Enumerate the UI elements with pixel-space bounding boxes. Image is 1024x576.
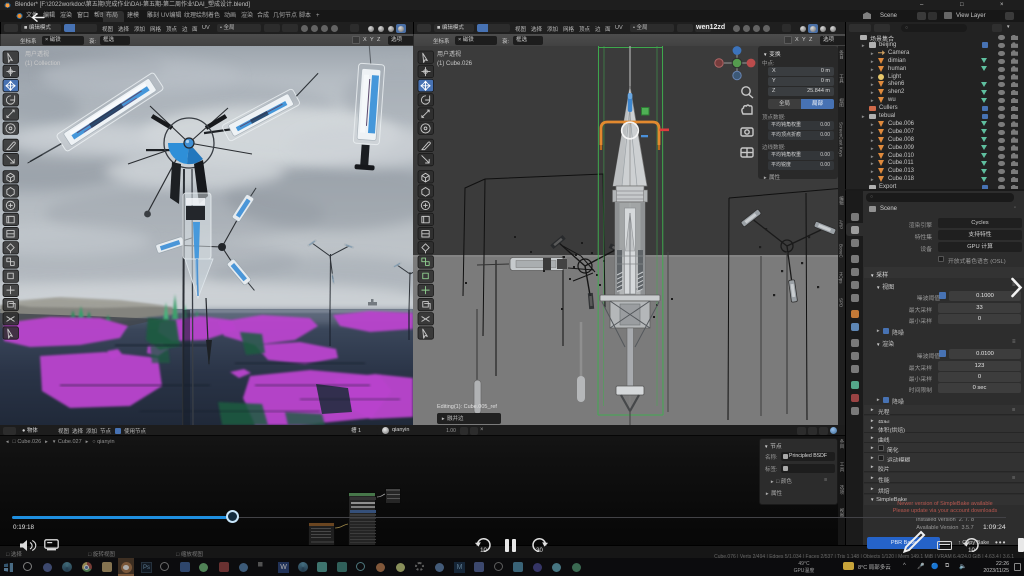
svg-text:用户透视: 用户透视 [25, 50, 49, 58]
svg-text:10: 10 [480, 548, 487, 553]
svg-text:30: 30 [536, 548, 543, 553]
svg-text:Editing(1): Cube.005_ref: Editing(1): Cube.005_ref [437, 404, 497, 410]
svg-text:用户透视: 用户透视 [437, 50, 461, 58]
svg-text:(1) Collection: (1) Collection [25, 61, 60, 67]
svg-text:10: 10 [968, 548, 975, 553]
svg-text:(1) Cube.026: (1) Cube.026 [437, 61, 473, 67]
